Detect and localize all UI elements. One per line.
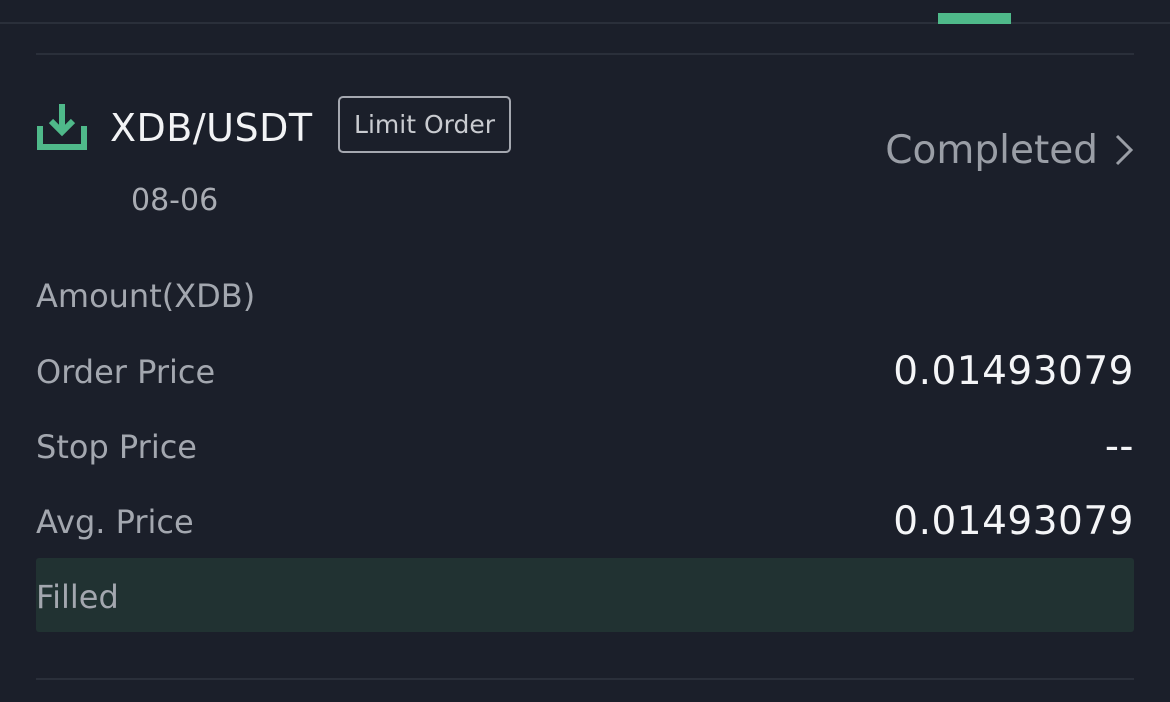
amount-row: Amount(XDB) — [36, 266, 1134, 326]
order-price-row: Order Price 0.01493079 — [36, 342, 1134, 402]
stop-price-row: Stop Price -- — [36, 417, 1134, 477]
order-price-value: 0.01493079 — [893, 349, 1134, 394]
order-status-link[interactable]: Completed — [885, 122, 1134, 178]
order-price-label: Order Price — [36, 353, 216, 391]
active-tab-indicator — [938, 13, 1011, 24]
stop-price-label: Stop Price — [36, 428, 197, 466]
download-icon — [37, 104, 87, 150]
order-date: 08-06 — [131, 183, 219, 218]
filled-label: Filled — [36, 578, 119, 616]
amount-label: Amount(XDB) — [36, 277, 256, 315]
trading-pair: XDB/USDT — [110, 106, 313, 150]
order-status: Completed — [885, 127, 1098, 173]
stop-price-value: -- — [1104, 424, 1134, 469]
divider — [36, 678, 1134, 680]
avg-price-value: 0.01493079 — [893, 499, 1134, 544]
order-type-badge: Limit Order — [338, 96, 511, 153]
filled-row: Filled — [36, 558, 1134, 632]
avg-price-row: Avg. Price 0.01493079 — [36, 492, 1134, 552]
divider — [36, 53, 1134, 55]
avg-price-label: Avg. Price — [36, 503, 194, 541]
chevron-right-icon — [1115, 134, 1134, 166]
